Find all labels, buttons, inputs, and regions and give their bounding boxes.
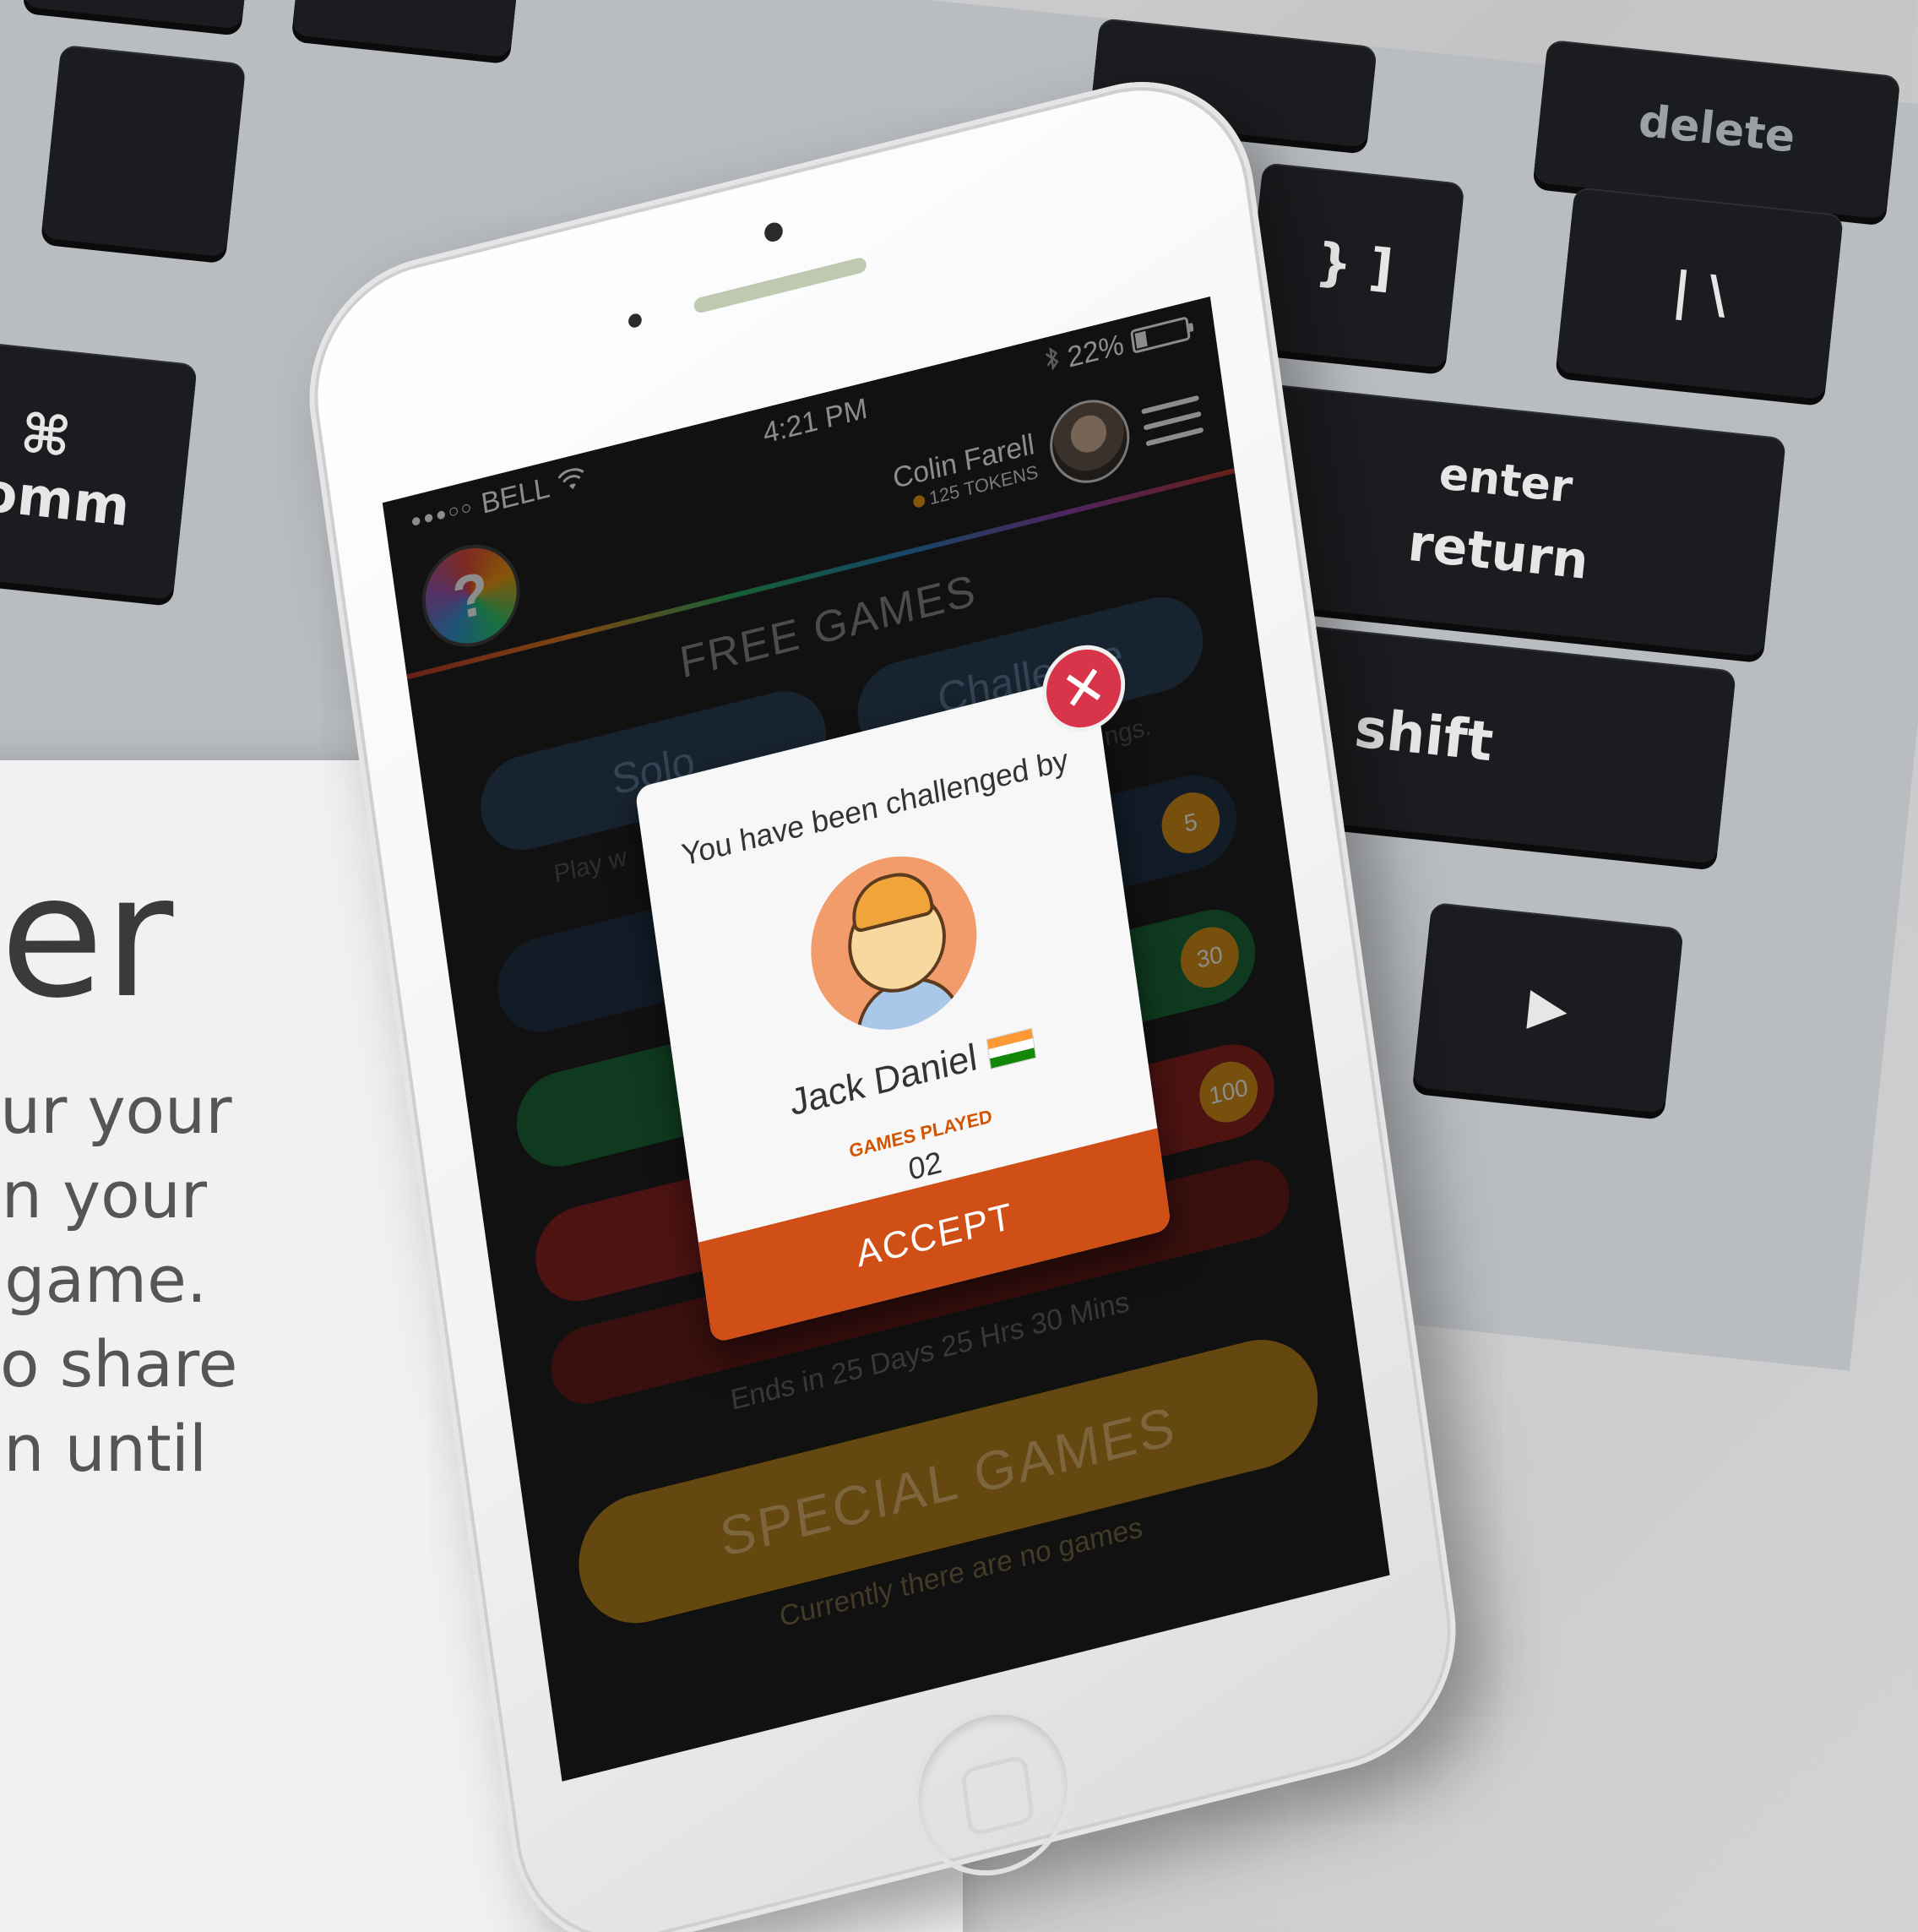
key-shift-label: shift bbox=[1351, 697, 1497, 775]
paper-line: o share bbox=[0, 1326, 238, 1401]
paper-line: n your bbox=[1, 1157, 207, 1233]
india-flag-icon bbox=[986, 1027, 1036, 1070]
arrow-right-icon: ▶ bbox=[1525, 976, 1571, 1040]
challenger-name: Jack Daniel bbox=[787, 1036, 980, 1124]
paper-line: n until bbox=[3, 1411, 207, 1486]
key-brace-close-label: } ] bbox=[1312, 231, 1396, 299]
key-top-1 bbox=[23, 0, 253, 30]
challenge-modal: ✕ You have been challenged by Jack Danie… bbox=[634, 636, 1172, 1344]
key-top-2 bbox=[291, 0, 523, 58]
key-delete-label: delete bbox=[1636, 95, 1798, 163]
front-camera bbox=[763, 220, 785, 244]
key-enter-label: enter bbox=[1437, 449, 1575, 514]
key-backslash-label: | \ bbox=[1669, 260, 1731, 326]
key-command: ⌘ comm bbox=[0, 335, 198, 601]
paper-line: ur your bbox=[0, 1073, 232, 1148]
earpiece-speaker bbox=[693, 256, 867, 315]
key-brace-close: } ] bbox=[1243, 162, 1465, 369]
home-button[interactable] bbox=[902, 1691, 1084, 1893]
key-arrow: ▶ bbox=[1412, 901, 1684, 1114]
paper-heading: er bbox=[0, 839, 174, 1036]
proximity-sensor bbox=[628, 312, 643, 329]
key-return-label: return bbox=[1405, 513, 1592, 591]
command-symbol-icon: ⌘ bbox=[17, 402, 74, 471]
home-square-icon bbox=[959, 1754, 1035, 1838]
key-left-1 bbox=[41, 44, 247, 258]
paper-text: ur your n your game. o share n until bbox=[0, 1069, 238, 1491]
paper-line: game. bbox=[4, 1242, 207, 1317]
phone-screen: ●●●○○ BELL 4:21 PM 22% ? Colin Farell 12… bbox=[382, 296, 1390, 1782]
key-command-label: comm bbox=[0, 457, 133, 539]
key-backslash: | \ bbox=[1555, 186, 1845, 400]
challenger-avatar bbox=[800, 838, 988, 1048]
